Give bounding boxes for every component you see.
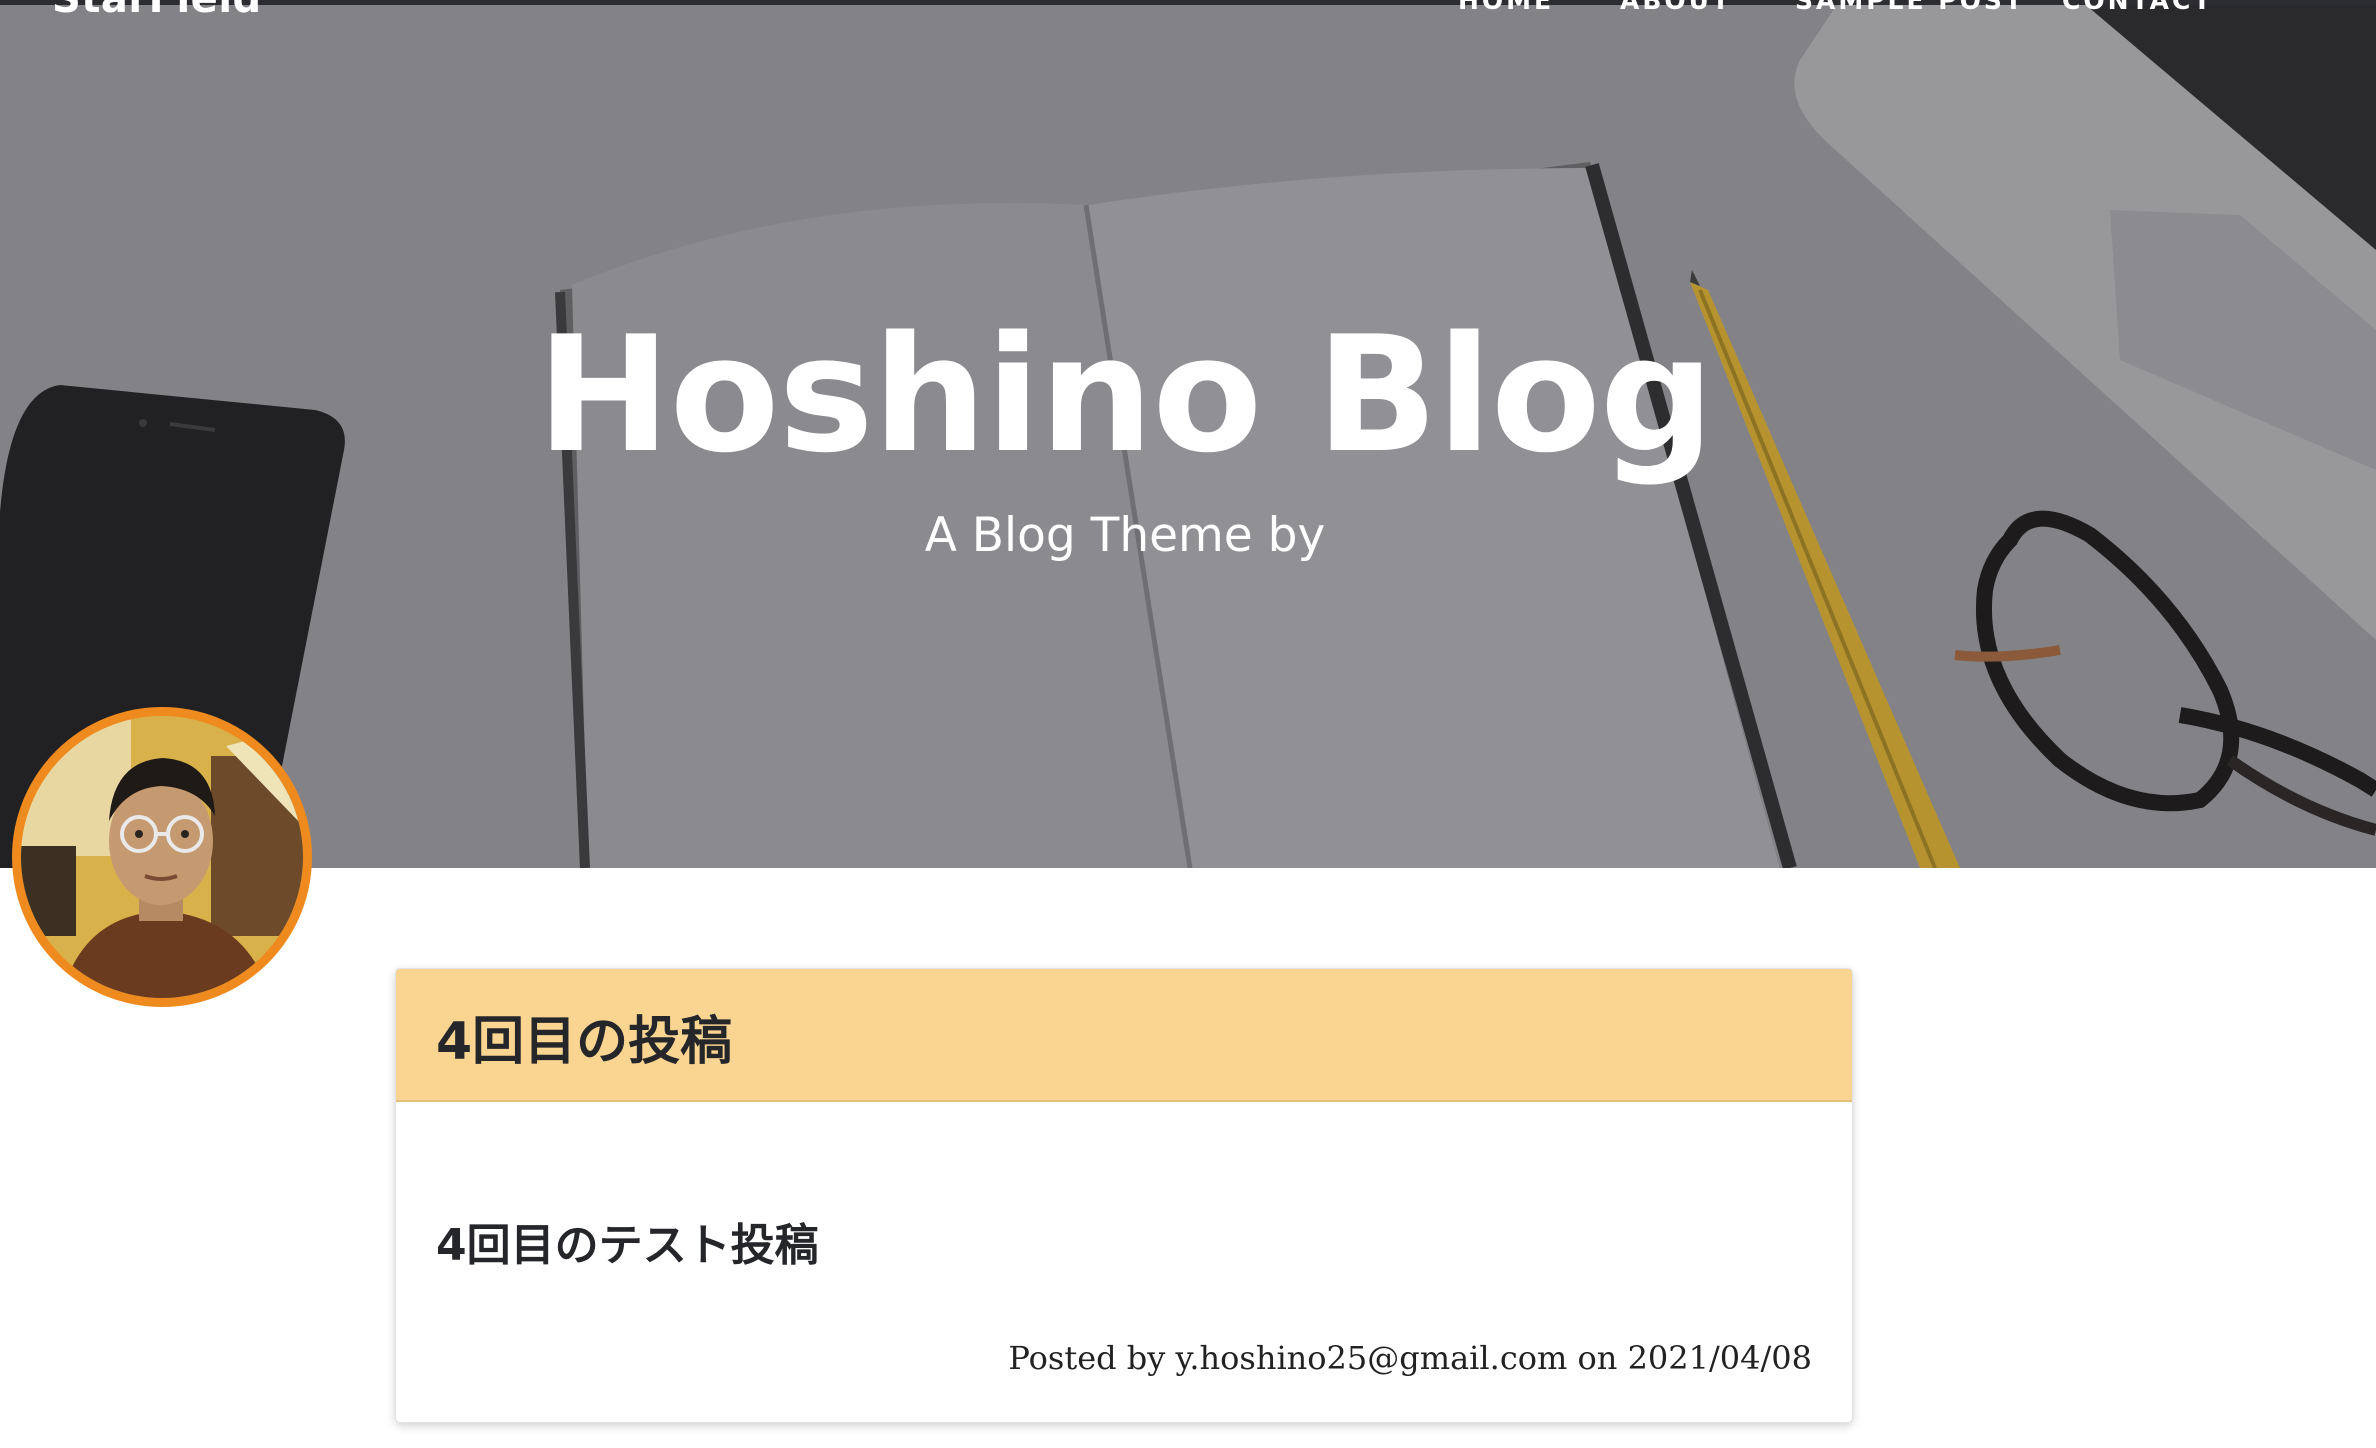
post-excerpt: 4回目のテスト投稿 [436,1220,819,1271]
author-portrait-image [21,716,303,998]
nav-home-link[interactable]: HOME [1458,0,1554,15]
nav-contact-link[interactable]: CONTACT [2062,0,2213,15]
author-avatar [12,707,312,1007]
nav-sample-post-link[interactable]: SAMPLE POST [1795,0,2025,15]
nav-about-link[interactable]: ABOUT [1620,0,1732,15]
site-subtitle: A Blog Theme by [924,508,1326,563]
post-card: 4回目の投稿 4回目のテスト投稿 Posted by y.hoshino25@g… [395,968,1853,1423]
hero-banner: StarField HOME ABOUT SAMPLE POST CONTACT… [0,0,2376,868]
post-title-link[interactable]: 4回目の投稿 [436,999,732,1074]
post-card-header: 4回目の投稿 [396,969,1852,1102]
post-meta: Posted by y.hoshino25@gmail.com on 2021/… [1008,1339,1812,1377]
main-navigation: HOME ABOUT SAMPLE POST CONTACT [0,0,2376,26]
site-title: Hoshino Blog [536,301,1715,488]
